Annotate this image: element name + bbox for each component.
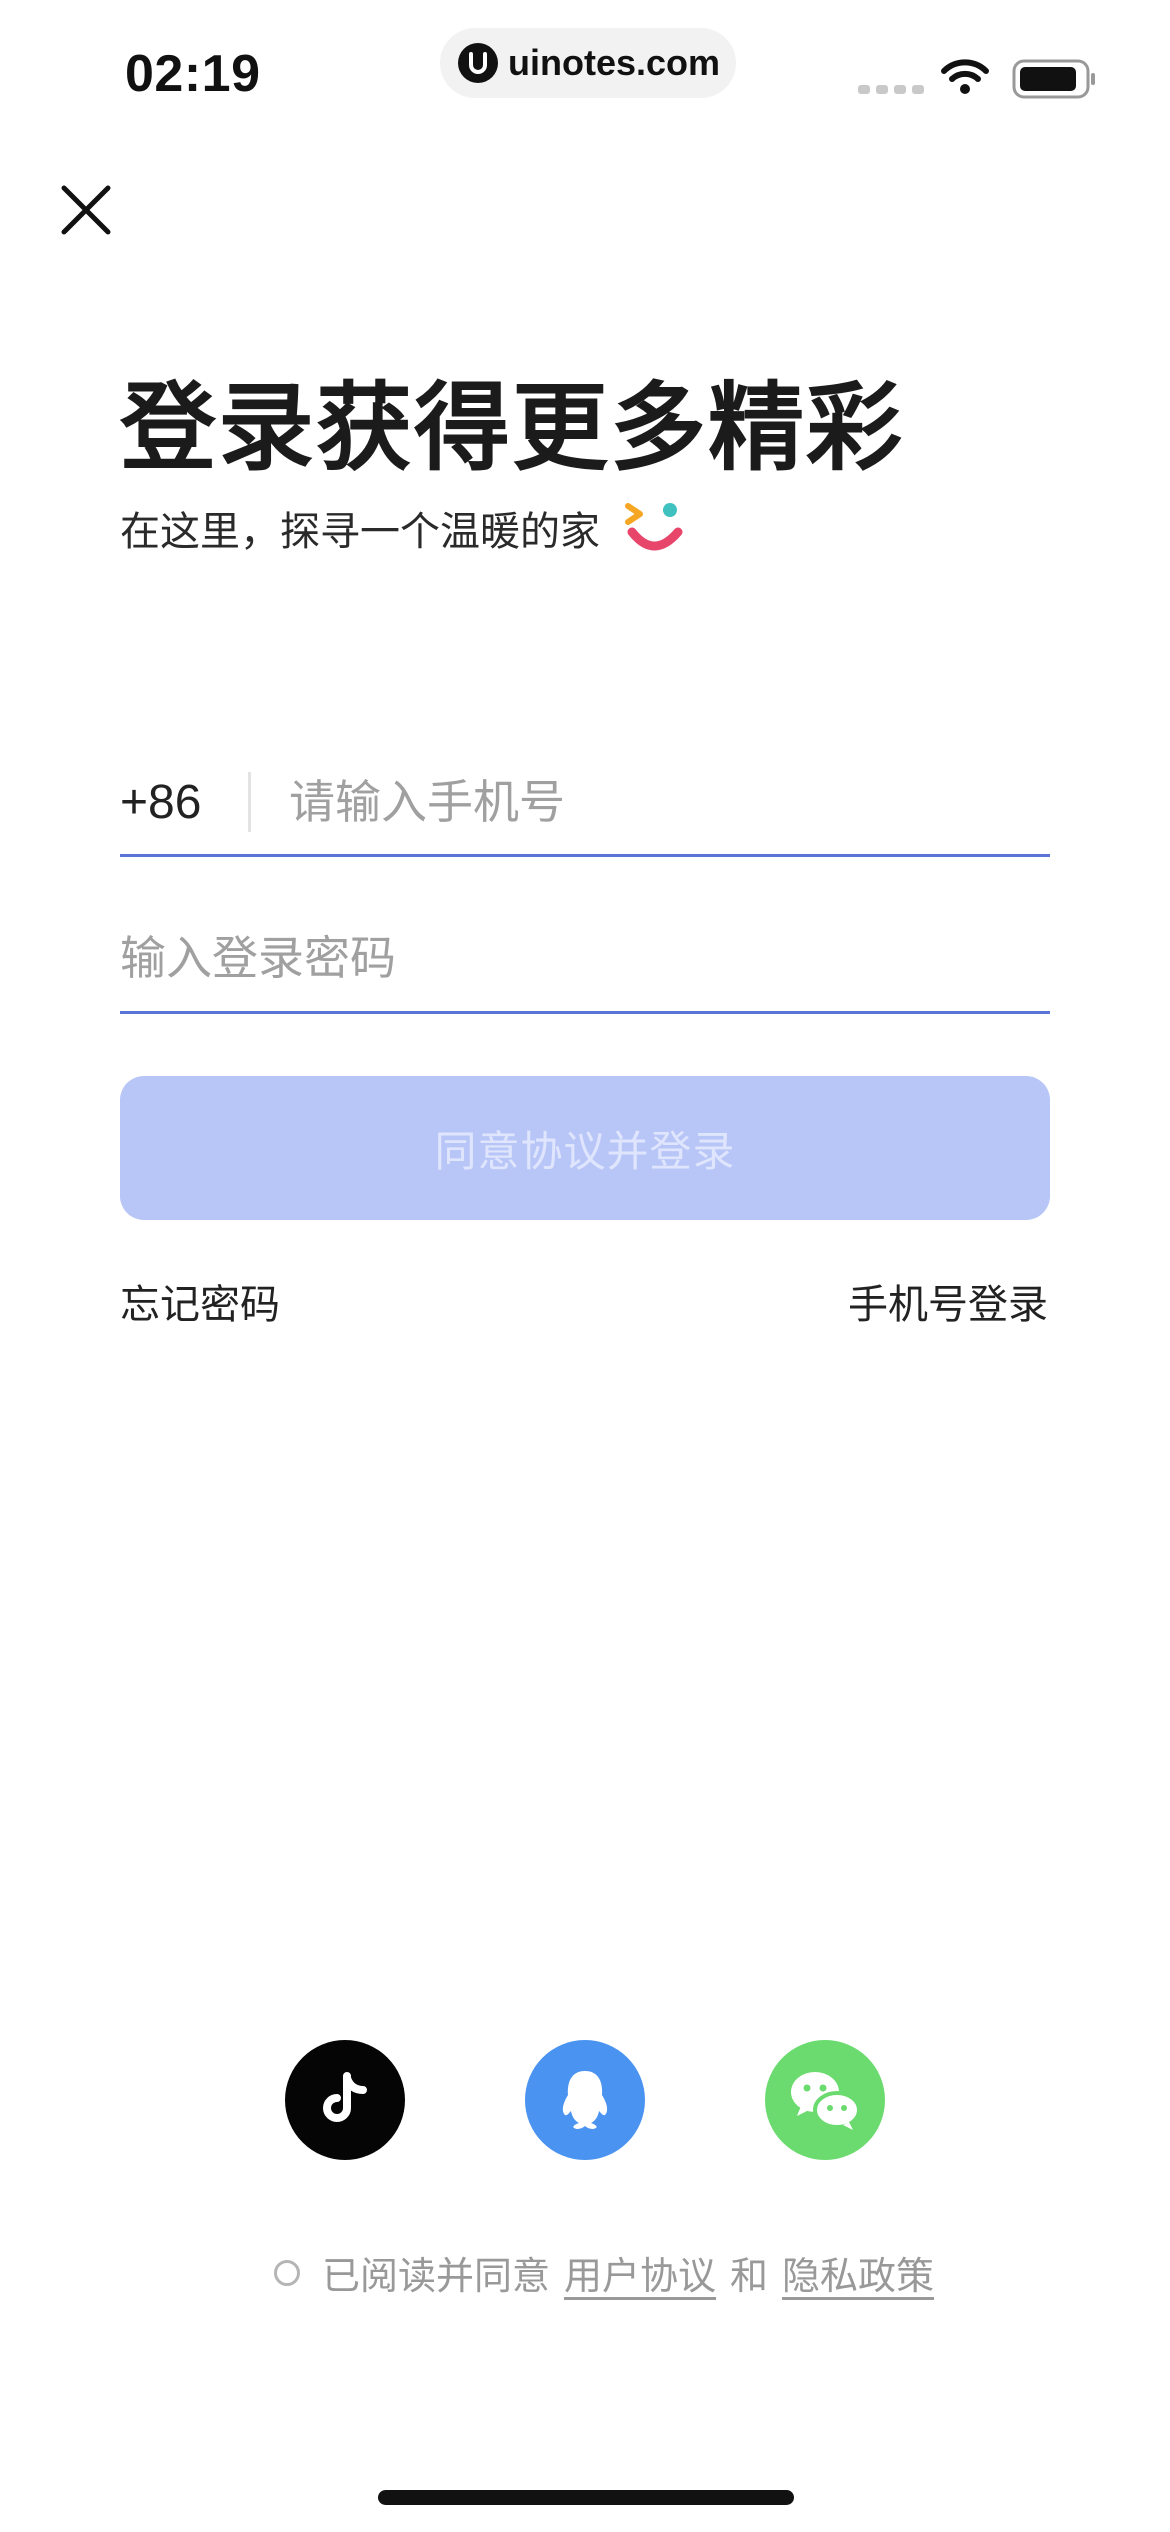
password-field-row — [120, 905, 1050, 1014]
uinotes-logo-icon — [458, 43, 498, 83]
user-agreement-link[interactable]: 用户协议 — [564, 2245, 716, 2300]
home-indicator[interactable] — [378, 2490, 794, 2505]
qq-login-button[interactable] — [525, 2040, 645, 2160]
agreement-row: 已阅读并同意 用户协议 和 隐私政策 — [274, 2245, 948, 2300]
url-pill[interactable]: uinotes.com — [440, 28, 736, 98]
password-input[interactable] — [120, 931, 1050, 985]
qq-icon — [562, 2071, 608, 2129]
close-icon — [61, 185, 111, 235]
agreement-prefix: 已阅读并同意 — [322, 2254, 551, 2298]
wechat-icon — [791, 2072, 861, 2130]
privacy-policy-link[interactable]: 隐私政策 — [782, 2245, 934, 2300]
page-subtitle: 在这里，探寻一个温暖的家 — [120, 498, 684, 558]
smile-logo-icon — [625, 503, 683, 551]
wifi-icon — [941, 59, 989, 94]
status-indicators — [858, 55, 1098, 99]
phone-input[interactable] — [289, 775, 1050, 829]
tiktok-icon — [323, 2072, 367, 2122]
url-text: uinotes.com — [508, 42, 721, 83]
phone-field-row: +86 — [120, 750, 1050, 857]
tiktok-login-button[interactable] — [285, 2040, 405, 2160]
page-title: 登录获得更多精彩 — [120, 372, 904, 484]
wechat-login-button[interactable] — [765, 2040, 885, 2160]
agreement-checkbox[interactable] — [274, 2259, 300, 2286]
login-button[interactable]: 同意协议并登录 — [120, 1076, 1050, 1220]
battery-icon — [1012, 59, 1095, 99]
forgot-password-link[interactable]: 忘记密码 — [120, 1272, 280, 1330]
close-button[interactable] — [56, 180, 116, 240]
status-time: 02:19 — [125, 45, 261, 103]
phone-login-link[interactable]: 手机号登录 — [848, 1272, 1048, 1330]
cellular-signal-icon — [858, 85, 924, 94]
agreement-and: 和 — [730, 2254, 769, 2298]
field-divider — [248, 772, 251, 832]
subtitle-text: 在这里，探寻一个温暖的家 — [120, 509, 600, 555]
country-code[interactable]: +86 — [120, 775, 248, 830]
